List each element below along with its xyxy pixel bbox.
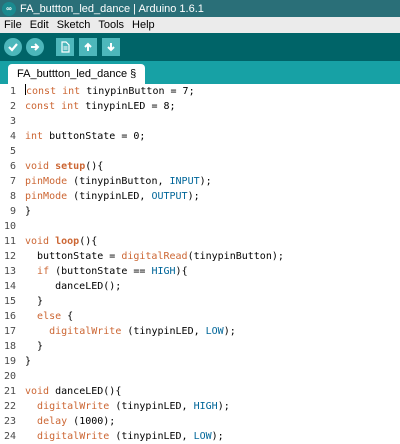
line-code: void loop(){: [25, 236, 98, 247]
menu-bar: File Edit Sketch Tools Help: [0, 17, 400, 33]
code-line: 2 const int tinypinLED = 8;: [0, 99, 176, 114]
line-number: 18: [3, 341, 16, 352]
line-number: 4: [9, 131, 16, 142]
code-line: 14 danceLED();: [0, 279, 121, 294]
save-icon: [107, 43, 115, 52]
menu-tools[interactable]: Tools: [94, 19, 128, 31]
code-line: 24 digitalWrite (tinypinLED, LOW);: [0, 429, 224, 444]
line-code: buttonState = digitalRead(tinypinButton)…: [25, 251, 284, 262]
line-code: void setup(){: [25, 161, 104, 172]
code-line: 13 if (buttonState == HIGH){: [0, 264, 188, 279]
line-code: pinMode (tinypinLED, OUTPUT);: [25, 191, 200, 202]
tab-bar: FA_buttton_led_dance §: [0, 61, 400, 84]
verify-icon: [8, 43, 18, 52]
code-line: 9}: [0, 204, 31, 219]
line-code: const int tinypinButton = 7;: [25, 84, 195, 97]
line-number: 11: [3, 236, 16, 247]
verify-button[interactable]: [4, 38, 22, 56]
code-line: 20: [0, 369, 16, 384]
code-line: 12 buttonState = digitalRead(tinypinButt…: [0, 249, 284, 264]
line-number: 24: [3, 431, 16, 442]
menu-sketch[interactable]: Sketch: [53, 19, 95, 31]
line-code: pinMode (tinypinButton, INPUT);: [25, 176, 212, 187]
line-code: digitalWrite (tinypinLED, LOW);: [49, 326, 236, 337]
line-code: }: [25, 206, 32, 217]
line-number: 12: [3, 251, 16, 262]
code-line: 6 void setup(){: [0, 159, 103, 174]
line-number: 15: [3, 296, 16, 307]
code-line: 16 else {: [0, 309, 73, 324]
line-code: }: [25, 341, 44, 352]
line-code: else {: [37, 311, 74, 322]
line-number: 21: [3, 386, 16, 397]
code-line: 22 digitalWrite (tinypinLED, HIGH);: [0, 399, 230, 414]
line-code: }: [25, 356, 32, 367]
line-number: 16: [3, 311, 16, 322]
upload-icon: [31, 43, 40, 51]
new-icon: [61, 41, 70, 53]
line-code: void danceLED(){: [25, 386, 122, 397]
line-number: 3: [9, 116, 16, 127]
window-title: FA_buttton_led_dance | Arduino 1.6.1: [20, 2, 204, 15]
line-number: 7: [9, 176, 16, 187]
save-button[interactable]: [102, 38, 120, 56]
line-number: 5: [9, 146, 16, 157]
open-button[interactable]: [79, 38, 97, 56]
line-code: if (buttonState == HIGH){: [37, 266, 188, 277]
code-line: 8 pinMode (tinypinLED, OUTPUT);: [0, 189, 200, 204]
code-line: 1 const int tinypinButton = 7;: [0, 84, 195, 99]
code-line: 11 void loop(){: [0, 234, 97, 249]
code-editor[interactable]: 1 const int tinypinButton = 7; 2 const int…: [0, 84, 400, 442]
line-number: 1: [9, 86, 16, 97]
line-number: 14: [3, 281, 16, 292]
line-number: 9: [9, 206, 16, 217]
tab-sketch[interactable]: FA_buttton_led_dance §: [8, 64, 146, 84]
code-line: 21 void danceLED(){: [0, 384, 121, 399]
line-code: digitalWrite (tinypinLED, HIGH);: [37, 401, 230, 412]
code-line: 7 pinMode (tinypinButton, INPUT);: [0, 174, 212, 189]
code-line: 18 }: [0, 339, 43, 354]
line-number: 8: [9, 191, 16, 202]
code-line: 17 digitalWrite (tinypinLED, LOW);: [0, 324, 236, 339]
line-number: 6: [9, 161, 16, 172]
line-number: 22: [3, 401, 16, 412]
line-code: digitalWrite (tinypinLED, LOW);: [37, 431, 224, 442]
code-line: 15 }: [0, 294, 43, 309]
code-line: 19}: [0, 354, 31, 369]
line-number: 19: [3, 356, 16, 367]
line-number: 17: [3, 326, 16, 337]
title-bar: ∞ FA_buttton_led_dance | Arduino 1.6.1: [0, 0, 400, 17]
upload-button[interactable]: [26, 38, 44, 56]
line-code: const int tinypinLED = 8;: [25, 101, 176, 112]
menu-help[interactable]: Help: [128, 19, 159, 31]
menu-file[interactable]: File: [0, 19, 26, 31]
line-code: delay (1000);: [37, 416, 116, 427]
arduino-logo-icon: ∞: [2, 1, 16, 16]
code-line: 3: [0, 114, 16, 129]
new-button[interactable]: [56, 38, 74, 56]
code-line: 4 int buttonState = 0;: [0, 129, 145, 144]
line-number: 10: [3, 221, 16, 232]
toolbar: [0, 33, 400, 61]
line-number: 23: [3, 416, 16, 427]
line-code: int buttonState = 0;: [25, 131, 146, 142]
code-line: 10: [0, 219, 16, 234]
line-number: 2: [9, 101, 16, 112]
open-icon: [84, 42, 92, 51]
line-code: danceLED();: [25, 281, 122, 292]
menu-edit[interactable]: Edit: [26, 19, 53, 31]
code-line: 5: [0, 144, 16, 159]
line-number: 20: [3, 371, 16, 382]
line-code: }: [25, 296, 44, 307]
line-number: 13: [3, 266, 16, 277]
code-line: 23 delay (1000);: [0, 414, 115, 429]
